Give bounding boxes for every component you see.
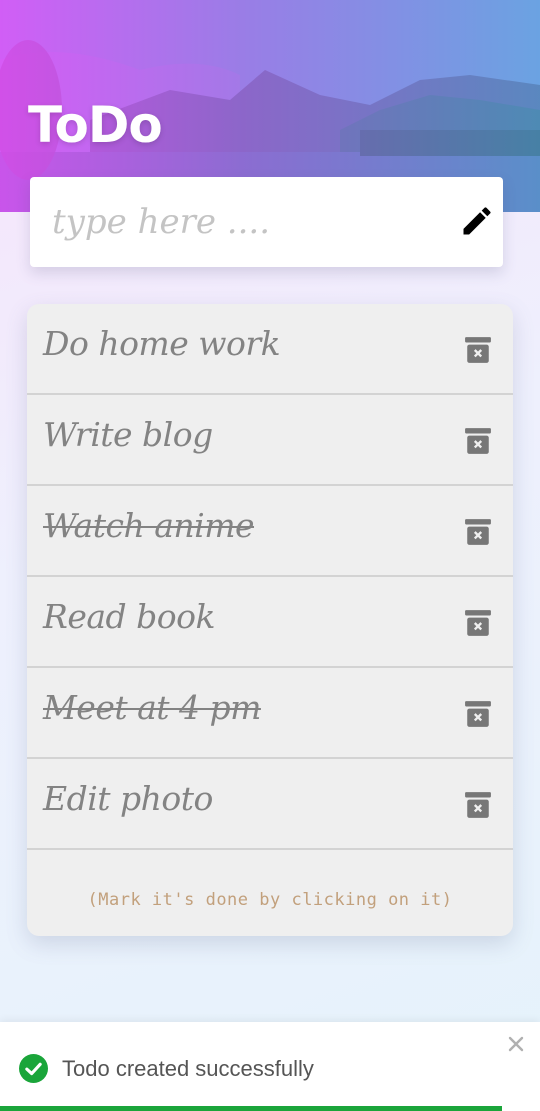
todo-text: Watch anime xyxy=(43,506,255,545)
close-icon[interactable] xyxy=(506,1034,526,1054)
todo-item[interactable]: Edit photo xyxy=(27,759,513,850)
todo-text: Read book xyxy=(43,597,216,636)
pencil-icon xyxy=(463,207,491,235)
todo-item[interactable]: Write blog xyxy=(27,395,513,486)
trash-icon[interactable] xyxy=(465,609,491,637)
trash-icon[interactable] xyxy=(465,427,491,455)
todo-item[interactable]: Read book xyxy=(27,577,513,668)
trash-icon[interactable] xyxy=(465,336,491,364)
toast-message: Todo created successfully xyxy=(62,1056,314,1081)
toast-notification[interactable]: Todo created successfully xyxy=(0,1022,540,1111)
todo-list: Do home work Write blog Watch anime Read… xyxy=(27,304,513,936)
todo-text: Edit photo xyxy=(43,779,213,818)
todo-input[interactable] xyxy=(52,195,442,249)
add-todo-button[interactable] xyxy=(457,201,497,241)
toast-progress-bar xyxy=(0,1106,503,1111)
app-title: ToDo xyxy=(28,96,163,154)
trash-icon[interactable] xyxy=(465,791,491,819)
todo-text: Meet at 4 pm xyxy=(43,688,261,727)
trash-icon[interactable] xyxy=(465,700,491,728)
todo-text: Do home work xyxy=(43,324,281,363)
todo-item-done[interactable]: Watch anime xyxy=(27,486,513,577)
todo-item-done[interactable]: Meet at 4 pm xyxy=(27,668,513,759)
todo-text: Write blog xyxy=(43,415,213,454)
todo-item[interactable]: Do home work xyxy=(27,304,513,395)
hint-text: (Mark it's done by clicking on it) xyxy=(87,890,453,910)
todo-input-card xyxy=(30,177,503,267)
check-circle-icon xyxy=(19,1054,48,1083)
trash-icon[interactable] xyxy=(465,518,491,546)
